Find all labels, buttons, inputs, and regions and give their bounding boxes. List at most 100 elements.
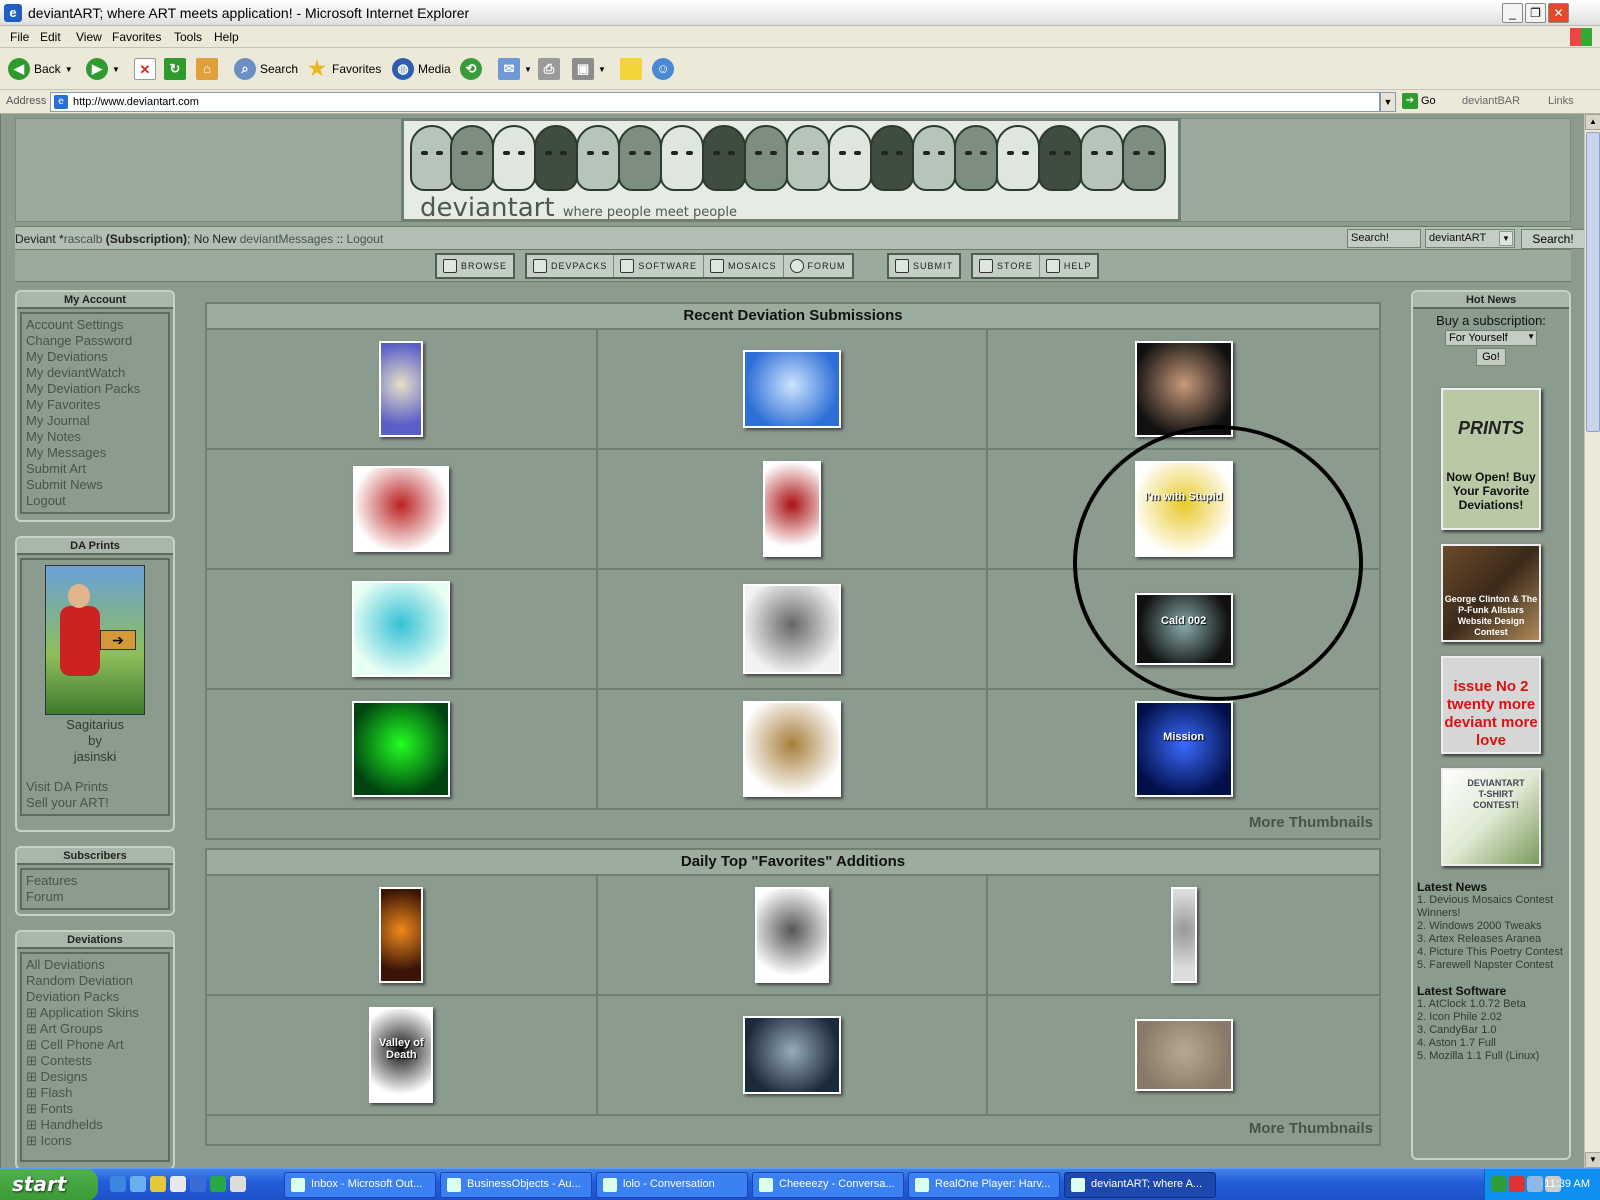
news-item[interactable]: 5. Farewell Napster Contest [1417,959,1565,972]
news-item[interactable]: 4. Picture This Poetry Contest [1417,946,1565,959]
prints-ad[interactable]: PRINTS Now Open! Buy Your Favorite Devia… [1441,388,1541,530]
info-quicklaunch-icon[interactable] [190,1176,206,1192]
twenty-issue-ad[interactable]: issue No 2 twenty more deviant more love [1441,656,1541,754]
tray-network-icon[interactable] [1491,1176,1507,1192]
my-deviantwatch-link[interactable]: My deviantWatch [26,365,164,381]
deviation-thumbnail[interactable] [1134,341,1233,437]
address-dropdown-button[interactable]: ▼ [1380,92,1396,112]
software-item[interactable]: 3. CandyBar 1.0 [1417,1024,1565,1037]
scroll-up-arrow-icon[interactable]: ▲ [1585,114,1600,130]
forum-link[interactable]: Forum [26,889,164,905]
search-button[interactable]: ⌕ Search [234,54,298,84]
deviation-thumbnail[interactable]: Valley of Death [369,1007,434,1103]
media-button[interactable]: ◍ Media [392,54,451,84]
start-button[interactable]: start [0,1169,98,1200]
minimize-button[interactable]: _ [1502,3,1523,23]
category-application-skins[interactable]: ⊞ Application Skins [26,1005,164,1021]
subscription-go-button[interactable]: Go! [1476,348,1506,366]
window-quicklaunch-icon[interactable] [230,1176,246,1192]
deviation-thumbnail[interactable] [762,461,821,557]
recent-more-thumbnails-link[interactable]: More Thumbnails [1249,814,1373,831]
deviation-thumbnail[interactable] [742,701,841,797]
random-deviation-link[interactable]: Random Deviation [26,973,164,989]
stop-button[interactable]: ✕ [134,54,156,84]
category-handhelds[interactable]: ⊞ Handhelds [26,1117,164,1133]
menu-help[interactable]: Help [214,30,239,44]
nav-help[interactable]: HELP [1040,255,1098,277]
ie-quicklaunch-icon[interactable] [110,1176,126,1192]
deviation-thumbnail[interactable] [379,341,424,437]
deviation-packs-link[interactable]: Deviation Packs [26,989,164,1005]
outlook-quicklaunch-icon[interactable] [130,1176,146,1192]
account-settings-link[interactable]: Account Settings [26,317,164,333]
nav-mosaics[interactable]: MOSAICS [704,255,784,277]
software-item[interactable]: 5. Mozilla 1.1 Full (Linux) [1417,1050,1565,1063]
app-quicklaunch-icon[interactable] [150,1176,166,1192]
my-deviations-link[interactable]: My Deviations [26,349,164,365]
nav-devpacks[interactable]: DEVPACKS [527,255,615,277]
news-item[interactable]: 3. Artex Releases Aranea [1417,933,1565,946]
vertical-scrollbar[interactable]: ▲ ▼ [1584,114,1600,1168]
edit-button[interactable]: ▣ ▼ [572,54,606,84]
menu-favorites[interactable]: Favorites [112,30,161,44]
deviation-thumbnail[interactable] [742,584,841,674]
my-messages-link[interactable]: My Messages [26,445,164,461]
nav-forum[interactable]: FORUM [784,255,852,277]
tshirt-contest-ad[interactable]: DEVIANTART T-SHIRT CONTEST! [1441,768,1541,866]
messenger-quicklaunch-icon[interactable] [210,1176,226,1192]
menu-tools[interactable]: Tools [174,30,202,44]
change-password-link[interactable]: Change Password [26,333,164,349]
submit-news-link[interactable]: Submit News [26,477,164,493]
links-button[interactable]: Links [1548,95,1574,107]
my-favorites-link[interactable]: My Favorites [26,397,164,413]
task-inbox-outlook[interactable]: Inbox - Microsoft Out... [284,1172,436,1198]
features-link[interactable]: Features [26,873,164,889]
category-contests[interactable]: ⊞ Contests [26,1053,164,1069]
tray-volume-icon[interactable] [1527,1176,1543,1192]
scroll-down-arrow-icon[interactable]: ▼ [1585,1152,1600,1168]
submit-art-link[interactable]: Submit Art [26,461,164,477]
deviation-thumbnail[interactable] [1134,1019,1233,1091]
refresh-button[interactable]: ↻ [164,54,186,84]
deviation-thumbnail[interactable] [1170,887,1197,983]
sell-your-art-link[interactable]: Sell your ART! [26,795,164,811]
daily-more-thumbnails-link[interactable]: More Thumbnails [1249,1120,1373,1137]
category-fonts[interactable]: ⊞ Fonts [26,1101,164,1117]
deviantbar-button[interactable]: deviantBAR [1462,95,1520,107]
window-title-bar[interactable]: e deviantART; where ART meets applicatio… [0,0,1600,26]
history-button[interactable]: ⟲ [460,54,482,84]
software-item[interactable]: 1. AtClock 1.0.72 Beta [1417,998,1565,1011]
category-art-groups[interactable]: ⊞ Art Groups [26,1021,164,1037]
my-deviation-packs-link[interactable]: My Deviation Packs [26,381,164,397]
news-item[interactable]: 2. Windows 2000 Tweaks [1417,920,1565,933]
favorites-button[interactable]: ★ Favorites [306,54,381,84]
category-designs[interactable]: ⊞ Designs [26,1069,164,1085]
nav-browse[interactable]: BROWSE [437,255,513,277]
software-item[interactable]: 2. Icon Phile 2.02 [1417,1011,1565,1024]
address-input[interactable]: e http://www.deviantart.com [50,92,1380,112]
discuss-button[interactable] [620,54,642,84]
deviation-thumbnail[interactable] [742,350,841,428]
task-lolo-conversation[interactable]: lolo - Conversation [596,1172,748,1198]
account-logout-link[interactable]: Logout [26,493,164,509]
site-search-input[interactable]: Search! [1347,229,1421,248]
visit-da-prints-link[interactable]: Visit DA Prints [26,779,164,795]
site-search-button[interactable]: Search! [1521,229,1584,249]
logout-link[interactable]: Logout [346,232,383,246]
category-icons[interactable]: ⊞ Icons [26,1133,164,1149]
menu-file[interactable]: File [10,30,29,44]
print-button[interactable]: ⎙ [538,54,560,84]
my-notes-link[interactable]: My Notes [26,429,164,445]
menu-view[interactable]: View [76,30,102,44]
deviation-thumbnail[interactable]: Mission [1134,701,1233,797]
mail-button[interactable]: ✉ ▼ [498,54,532,84]
nav-submit[interactable]: SUBMIT [889,255,959,277]
subscription-select[interactable]: For Yourself ▼ [1445,330,1537,346]
go-button[interactable]: ➔ Go [1402,93,1436,109]
home-button[interactable]: ⌂ [196,54,218,84]
nav-software[interactable]: SOFTWARE [614,255,705,277]
search-scope-select[interactable]: deviantART ▼ [1425,229,1515,248]
pfunk-contest-ad[interactable]: George Clinton & The P-Funk Allstars Web… [1441,544,1541,642]
messenger-button[interactable]: ☺ [652,54,674,84]
category-flash[interactable]: ⊞ Flash [26,1085,164,1101]
